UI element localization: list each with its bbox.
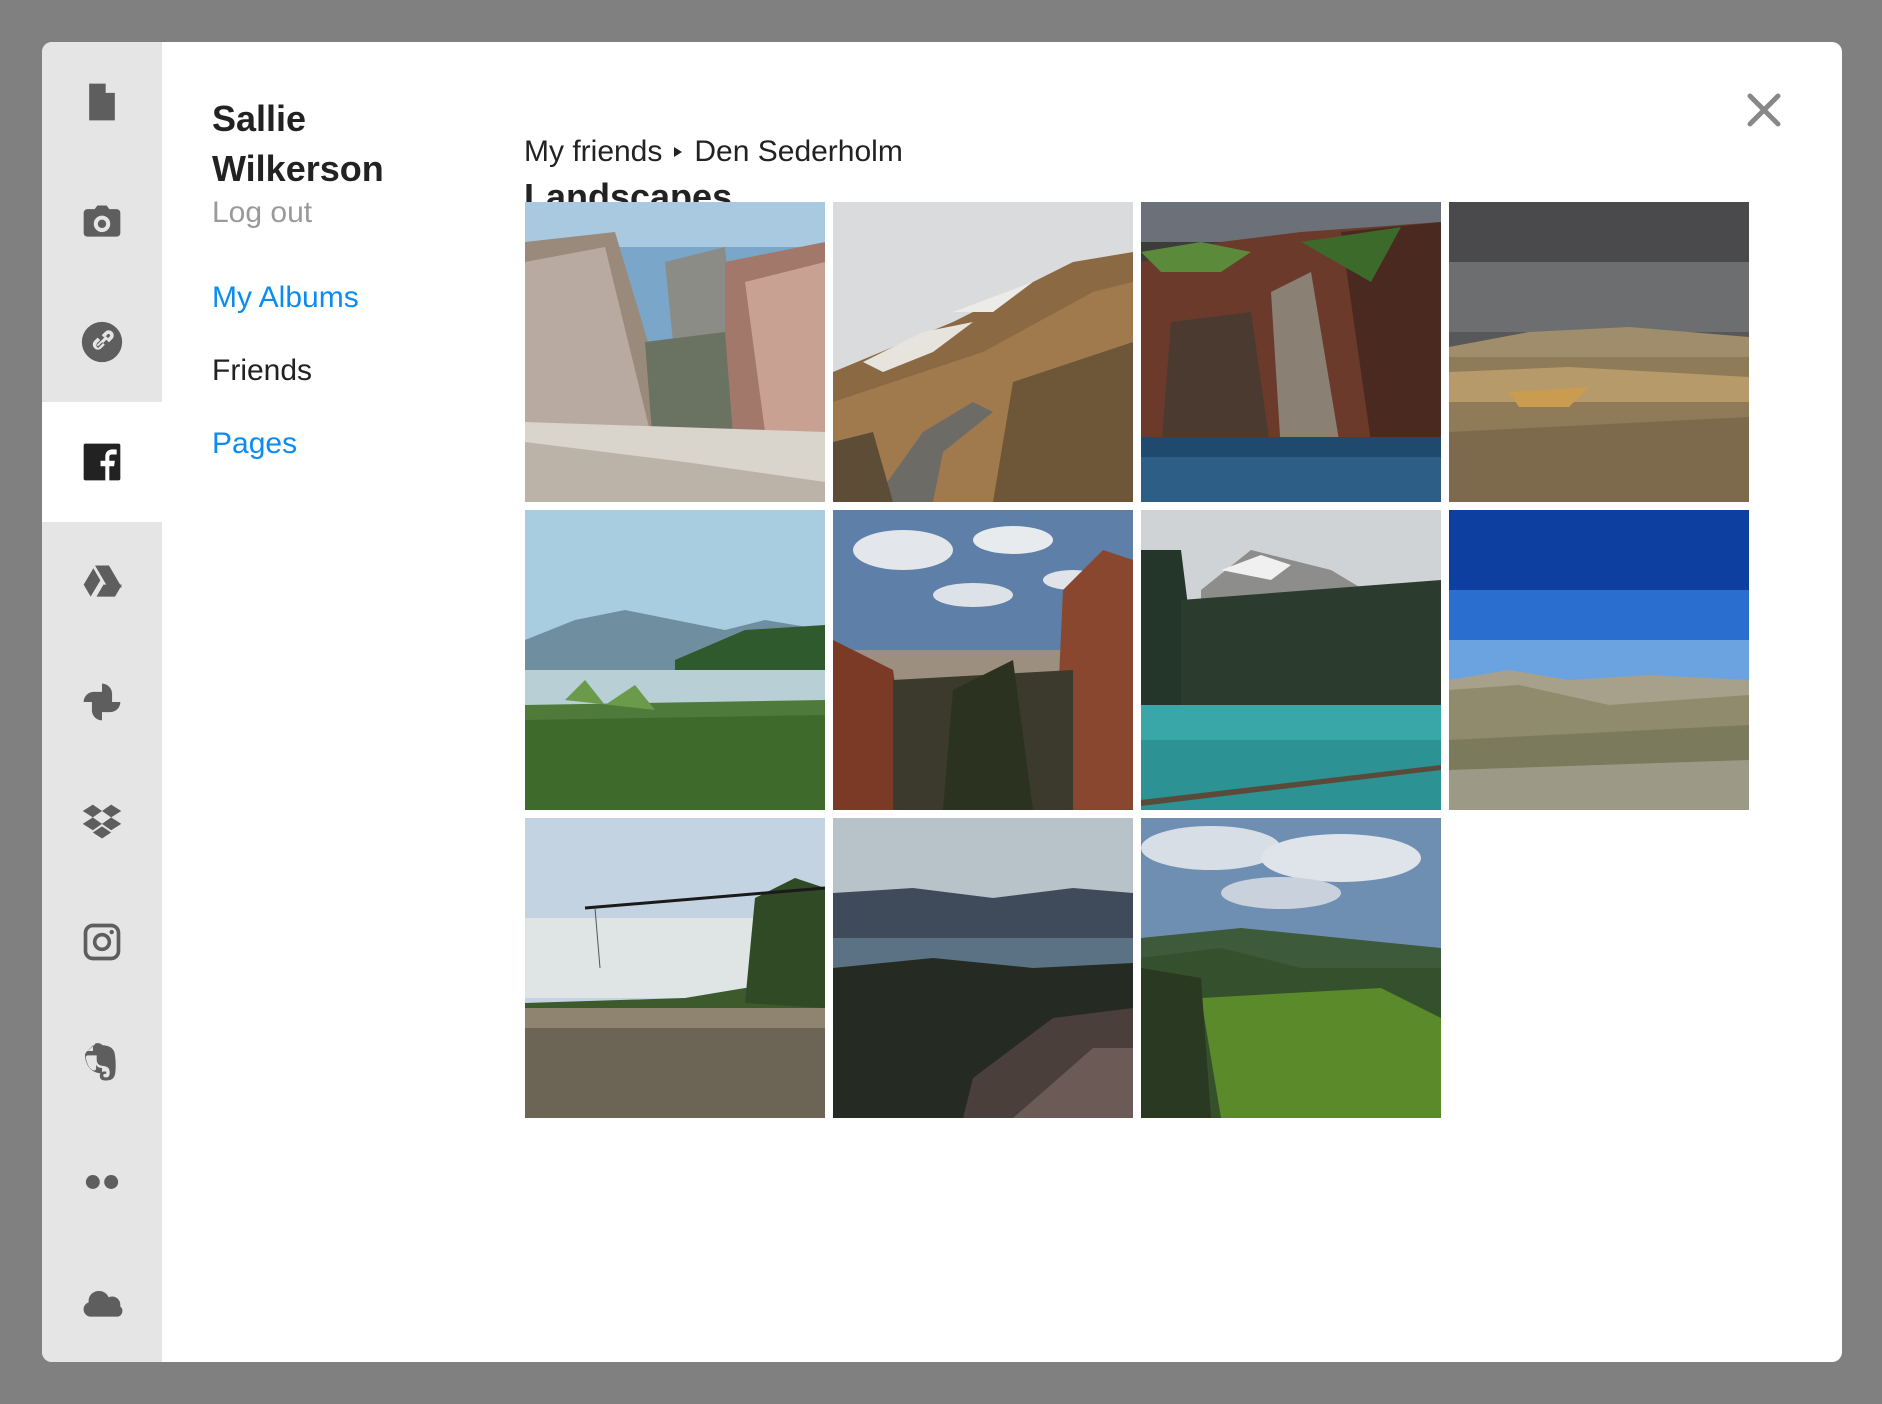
- instagram-icon: [83, 923, 121, 961]
- close-button[interactable]: [1740, 86, 1788, 134]
- breadcrumb-friend-name[interactable]: Den Sederholm: [694, 135, 902, 169]
- album-nav: My Albums Friends Pages: [212, 280, 452, 462]
- source-instagram[interactable]: [42, 882, 162, 1002]
- onedrive-icon: [83, 1290, 123, 1317]
- source-file[interactable]: [42, 42, 162, 162]
- photo-thumbnail[interactable]: [1141, 510, 1441, 810]
- photo-thumbnail[interactable]: [833, 510, 1133, 810]
- photo-thumbnail[interactable]: [833, 202, 1133, 502]
- logout-link[interactable]: Log out: [212, 196, 312, 230]
- source-camera[interactable]: [42, 162, 162, 282]
- nav-pages[interactable]: Pages: [212, 426, 452, 462]
- source-dropbox[interactable]: [42, 762, 162, 882]
- link-icon: [81, 321, 123, 363]
- source-google-photos[interactable]: [42, 642, 162, 762]
- breadcrumb-separator-icon: [674, 147, 683, 157]
- dropbox-icon: [82, 804, 122, 839]
- facebook-icon: [83, 443, 121, 481]
- file-icon: [89, 83, 115, 121]
- photo-thumbnail[interactable]: [1141, 202, 1441, 502]
- source-link[interactable]: [42, 282, 162, 402]
- picker-modal: Sallie Wilkerson Log out My Albums Frien…: [42, 42, 1842, 1362]
- nav-my-albums[interactable]: My Albums: [212, 280, 452, 316]
- photo-thumbnail[interactable]: [525, 510, 825, 810]
- flickr-icon: [85, 1175, 119, 1189]
- photo-thumbnail[interactable]: [1449, 202, 1749, 502]
- photo-thumbnail[interactable]: [525, 202, 825, 502]
- source-sidebar: [42, 42, 162, 1362]
- user-name: Sallie Wilkerson: [212, 98, 384, 189]
- photo-grid: [525, 202, 1749, 1118]
- close-icon: [1747, 93, 1781, 127]
- source-evernote[interactable]: [42, 1002, 162, 1122]
- evernote-icon: [84, 1043, 116, 1081]
- account-panel: Sallie Wilkerson Log out My Albums Frien…: [212, 94, 452, 499]
- source-google-drive[interactable]: [42, 522, 162, 642]
- breadcrumb-my-friends[interactable]: My friends: [524, 135, 662, 169]
- google-drive-icon: [83, 565, 122, 597]
- photo-thumbnail[interactable]: [1449, 510, 1749, 810]
- google-photos-icon: [83, 683, 121, 721]
- photo-thumbnail[interactable]: [525, 818, 825, 1118]
- source-flickr[interactable]: [42, 1122, 162, 1242]
- camera-icon: [83, 205, 121, 237]
- photo-thumbnail[interactable]: [833, 818, 1133, 1118]
- source-facebook[interactable]: [42, 402, 162, 522]
- source-onedrive[interactable]: [42, 1242, 162, 1362]
- breadcrumb: My friends Den Sederholm: [524, 135, 903, 169]
- photo-thumbnail[interactable]: [1141, 818, 1441, 1118]
- nav-friends[interactable]: Friends: [212, 353, 452, 389]
